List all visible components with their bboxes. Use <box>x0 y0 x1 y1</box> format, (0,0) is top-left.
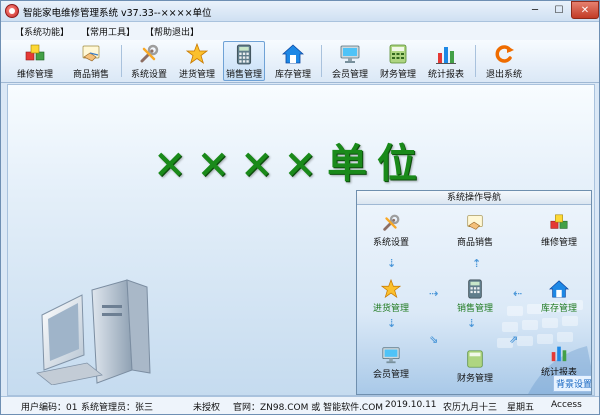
cubes-icon <box>25 44 45 61</box>
toolbar-repair-button[interactable]: 维修管理 <box>13 41 57 81</box>
calculator-icon <box>468 279 482 299</box>
toolbar-label: 统计报表 <box>427 70 464 80</box>
nav-settings[interactable]: 系统设置 <box>361 213 421 248</box>
nav-sales[interactable]: 销售管理 <box>445 279 505 314</box>
toolbar-reports-button[interactable]: 统计报表 <box>425 41 467 81</box>
nav-label: 销售管理 <box>456 304 493 314</box>
toolbar-separator <box>475 45 476 77</box>
status-license: 未授权 <box>193 403 221 413</box>
nav-label: 维修管理 <box>540 238 577 248</box>
status-lunar-date: 农历九月十三 <box>443 403 498 413</box>
toolbar-exit-button[interactable]: 退出系统 <box>483 41 525 81</box>
status-user-code: 用户编码：01 <box>21 403 78 413</box>
cash-register-icon <box>467 350 483 368</box>
arrow-up-icon: ⇡ <box>472 257 482 270</box>
toolbar-separator <box>321 45 322 77</box>
nav-label: 进货管理 <box>372 304 409 314</box>
menu-help-exit[interactable]: 【帮助退出】 <box>145 25 199 38</box>
star-icon <box>381 279 401 299</box>
status-weekday: 星期五 <box>507 403 535 413</box>
toolbar-label: 进货管理 <box>178 70 215 80</box>
monitor-icon <box>340 45 360 63</box>
toolbar-sales-button[interactable]: 销售管理 <box>223 41 265 81</box>
nav-reports[interactable]: 统计报表 <box>529 343 589 378</box>
menu-system-functions[interactable]: 【系统功能】 <box>15 25 69 38</box>
navigation-panel: 系统操作导航 系统设置 商品销售 维修管理 ⇣ ⇡ 进货管理 ⇢ 销售管理 ⇠ … <box>356 190 592 395</box>
app-logo-icon <box>5 4 19 18</box>
nav-label: 会员管理 <box>372 370 409 380</box>
company-title: ××××单位 <box>153 140 428 187</box>
close-button[interactable]: ✕ <box>571 1 599 19</box>
status-admin: 系统管理员：张三 <box>81 403 154 413</box>
cash-register-icon <box>389 44 407 64</box>
nav-label: 系统设置 <box>372 238 409 248</box>
tools-icon <box>383 214 400 231</box>
toolbar-separator <box>121 45 122 77</box>
background-settings-button[interactable]: 背景设置 <box>553 375 591 392</box>
toolbar-goods-sales-button[interactable]: 商品销售 <box>67 41 115 81</box>
arrow-down-icon: ⇣ <box>387 257 397 270</box>
toolbar-label: 会员管理 <box>331 70 368 80</box>
toolbar-label: 退出系统 <box>485 70 522 80</box>
bar-chart-icon <box>436 47 456 64</box>
nav-finance[interactable]: 财务管理 <box>445 349 505 384</box>
handshake-icon <box>467 215 483 230</box>
toolbar-purchase-button[interactable]: 进货管理 <box>176 41 218 81</box>
nav-label: 商品销售 <box>456 238 493 248</box>
toolbar-members-button[interactable]: 会员管理 <box>329 41 371 81</box>
title-bar: 智能家电维修管理系统 v37.33--××××单位 ─ ☐ ✕ <box>1 1 599 22</box>
tools-icon <box>140 44 159 63</box>
star-icon <box>186 43 208 65</box>
arrow-down-icon: ⇣ <box>467 317 477 330</box>
status-date: 2019.10.11 <box>385 400 437 410</box>
toolbar: 维修管理 商品销售 系统设置 进货管理 销售管理 库存管理 会员管理 财务管理 … <box>1 40 599 83</box>
arrow-right-icon: ⇗ <box>509 333 519 346</box>
toolbar-settings-button[interactable]: 系统设置 <box>128 41 170 81</box>
bar-chart-icon <box>551 346 567 362</box>
nav-members[interactable]: 会员管理 <box>361 345 421 380</box>
monitor-icon <box>382 347 400 364</box>
toolbar-label: 库存管理 <box>274 70 311 80</box>
nav-label: 财务管理 <box>456 374 493 384</box>
maximize-button[interactable]: ☐ <box>547 1 571 19</box>
status-website: 官网：ZN98.COM 或 智能软件.COM <box>233 403 384 413</box>
toolbar-label: 销售管理 <box>225 70 262 80</box>
toolbar-label: 商品销售 <box>72 70 109 80</box>
status-bar: 用户编码：01 系统管理员：张三 未授权 官网：ZN98.COM 或 智能软件.… <box>1 396 599 414</box>
toolbar-finance-button[interactable]: 财务管理 <box>377 41 419 81</box>
nav-goods-sales[interactable]: 商品销售 <box>445 213 505 248</box>
main-area: ××××单位 系统操作导航 系统设置 商品销售 维修管理 ⇣ ⇡ 进货管理 ⇢ … <box>7 84 595 396</box>
minimize-button[interactable]: ─ <box>523 1 547 19</box>
handshake-icon <box>82 45 100 62</box>
main-window: 智能家电维修管理系统 v37.33--××××单位 ─ ☐ ✕ 【系统功能】 【… <box>0 0 600 415</box>
toolbar-inventory-button[interactable]: 库存管理 <box>272 41 314 81</box>
toolbar-label: 维修管理 <box>16 70 53 80</box>
nav-repair[interactable]: 维修管理 <box>529 213 589 248</box>
nav-panel-title: 系统操作导航 <box>357 191 591 205</box>
calculator-icon <box>236 44 252 65</box>
exit-icon <box>495 45 514 63</box>
cubes-icon <box>550 214 568 229</box>
house-icon <box>282 44 304 64</box>
house-icon <box>549 280 569 298</box>
nav-inventory[interactable]: 库存管理 <box>529 279 589 314</box>
nav-purchase[interactable]: 进货管理 <box>361 279 421 314</box>
menu-bar: 【系统功能】 【常用工具】 【帮助退出】 <box>1 22 599 40</box>
toolbar-label: 系统设置 <box>130 70 167 80</box>
status-database: Access <box>551 400 582 410</box>
arrow-down-icon: ⇣ <box>387 317 397 330</box>
menu-common-tools[interactable]: 【常用工具】 <box>81 25 135 38</box>
arrow-right-icon: ⇢ <box>429 287 439 300</box>
computer-illustration <box>36 279 151 385</box>
arrow-left-icon: ⇠ <box>513 287 523 300</box>
nav-label: 库存管理 <box>540 304 577 314</box>
toolbar-label: 财务管理 <box>379 70 416 80</box>
window-title: 智能家电维修管理系统 v37.33--××××单位 <box>23 8 212 19</box>
arrow-right-icon: ⇘ <box>429 333 439 346</box>
